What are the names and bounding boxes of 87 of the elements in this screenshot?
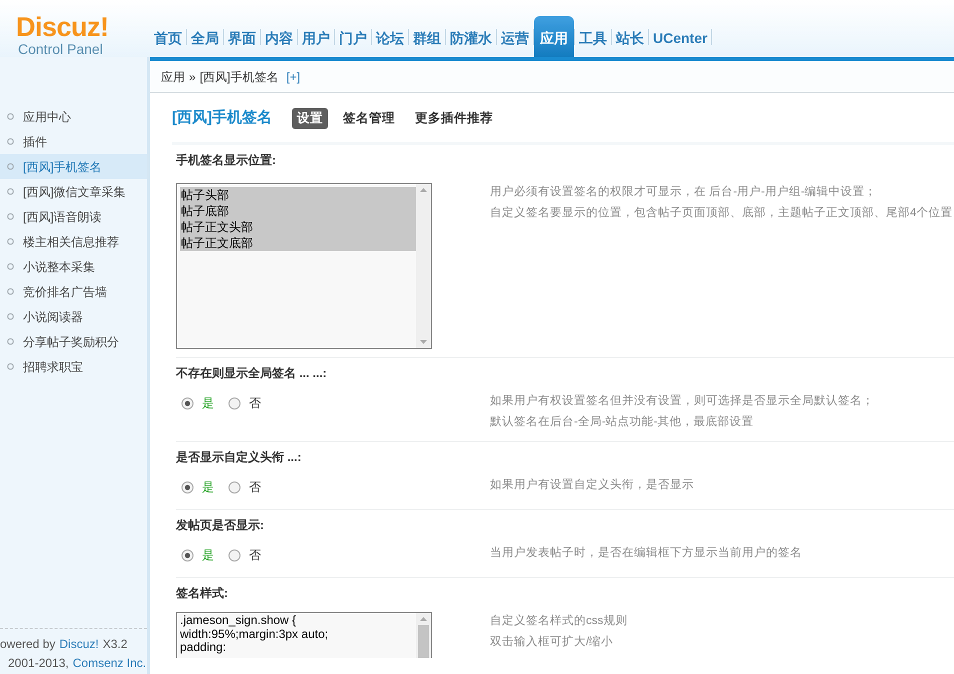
nav-tab[interactable]: 门户 — [335, 16, 371, 57]
radio-icon[interactable] — [181, 480, 194, 494]
scrollbar[interactable] — [416, 613, 431, 658]
sidebar-item[interactable]: 应用中心 — [0, 104, 147, 129]
bullet-icon — [7, 138, 14, 145]
setting-label: 签名样式: — [176, 585, 229, 602]
breadcrumb-separator: » — [189, 68, 196, 86]
plugin-tab[interactable]: 签名管理 — [338, 108, 400, 129]
bullet-icon — [7, 363, 14, 370]
multi-select-list[interactable]: 帖子头部 帖子底部 帖子正文头部 帖子正文底部 — [176, 183, 432, 349]
nav-tab[interactable]: 防灌水 — [446, 16, 496, 57]
bullet-icon — [7, 163, 14, 170]
setting-description: 双击输入框可扩大/缩小 — [490, 634, 614, 650]
nav-tab[interactable]: 全局 — [187, 16, 223, 57]
list-option[interactable]: 帖子底部 — [180, 203, 416, 219]
list-option[interactable]: 帖子正文头部 — [180, 219, 416, 235]
sidebar-item[interactable]: 插件 — [0, 129, 147, 154]
nav-tab[interactable]: 论坛 — [372, 16, 408, 57]
radio-label[interactable]: 否 — [249, 394, 261, 412]
scroll-up-icon[interactable] — [420, 188, 427, 192]
plugin-title: [西风]手机签名 — [172, 108, 272, 128]
plugin-tab[interactable]: 设置 — [292, 108, 328, 129]
setting-description: 如果用户有权设置签名但并没有设置，则可选择是否显示全局默认签名； — [490, 393, 874, 409]
setting-description: 自定义签名样式的css规则 — [490, 613, 628, 629]
scroll-thumb[interactable] — [418, 625, 429, 658]
nav-tab[interactable]: 应用 — [534, 16, 574, 57]
sidebar-item[interactable]: 小说阅读器 — [0, 304, 147, 329]
nav-tab[interactable]: 用户 — [298, 16, 334, 57]
radio-icon[interactable] — [228, 396, 241, 410]
footer-link[interactable]: Discuz! — [59, 635, 99, 654]
radio-icon[interactable] — [181, 396, 194, 410]
setting-label: 手机签名显示位置: — [176, 152, 277, 169]
setting-description: 当用户发表帖子时，是否在编辑框下方显示当前用户的签名 — [490, 545, 802, 561]
setting-label: 发帖页是否显示: — [176, 517, 265, 534]
list-option[interactable]: 帖子正文底部 — [180, 235, 416, 251]
setting-description: 用户必须有设置签名的权限才可显示，在 后台-用户-用户组-编辑中设置； — [490, 184, 878, 200]
nav-tab[interactable]: 站长 — [612, 16, 648, 57]
footer-link[interactable]: Comsenz Inc. — [72, 654, 146, 673]
code-textarea[interactable]: .jameson_sign.show { width:95%;margin:3px auto; padding: — [176, 612, 432, 658]
list-option[interactable]: 帖子头部 — [180, 187, 416, 203]
nav-tab[interactable]: 运营 — [497, 16, 533, 57]
sidebar-item[interactable]: 楼主相关信息推荐 — [0, 229, 147, 254]
bullet-icon — [7, 188, 14, 195]
sidebar-item[interactable]: [西风]手机签名 — [0, 154, 147, 179]
scroll-down-icon[interactable] — [420, 340, 427, 344]
breadcrumb-link[interactable]: [西风]手机签名 — [200, 68, 278, 86]
radio-icon[interactable] — [228, 480, 241, 494]
radio-icon[interactable] — [181, 548, 194, 562]
code-line: width:95%;margin:3px auto; — [180, 628, 330, 641]
sidebar-item[interactable]: 招聘求职宝 — [0, 354, 147, 379]
code-line: padding: — [180, 641, 226, 654]
footer-text: 2001-2013, — [8, 655, 69, 672]
footer-version: X3.2 — [102, 636, 128, 653]
nav-tab[interactable]: 群组 — [409, 16, 445, 57]
radio-label[interactable]: 否 — [249, 546, 261, 564]
scroll-up-icon[interactable] — [420, 617, 427, 621]
bullet-icon — [7, 238, 14, 245]
nav-tab[interactable]: 界面 — [224, 16, 260, 57]
bullet-icon — [7, 338, 14, 345]
bullet-icon — [7, 313, 14, 320]
scrollbar[interactable] — [416, 184, 431, 348]
sidebar-item[interactable]: 小说整本采集 — [0, 254, 147, 279]
setting-description: 如果用户有设置自定义头衔，是否显示 — [490, 477, 694, 493]
sidebar-item[interactable]: [西风]语音朗读 — [0, 204, 147, 229]
setting-description: 自定义签名要显示的位置，包含帖子页面顶部、底部，主题帖子正文顶部、尾部4个位置 — [490, 205, 952, 221]
bullet-icon — [7, 213, 14, 220]
nav-tab[interactable]: 首页 — [150, 16, 186, 57]
sidebar-item[interactable]: 竞价排名广告墙 — [0, 279, 147, 304]
radio-label[interactable]: 否 — [249, 478, 261, 496]
bullet-icon — [7, 263, 14, 270]
nav-tab[interactable]: 内容 — [261, 16, 297, 57]
bullet-icon — [7, 113, 14, 120]
sidebar-item[interactable]: 分享帖子奖励积分 — [0, 329, 147, 354]
nav-tab[interactable]: UCenter — [649, 16, 712, 57]
bullet-icon — [7, 288, 14, 295]
breadcrumb-link[interactable]: 应用 — [161, 68, 185, 86]
setting-description: 默认签名在后台-全局-站点功能-其他，最底部设置 — [490, 414, 754, 430]
setting-label: 是否显示自定义头衔 ...: — [176, 449, 302, 466]
footer-text: owered by — [0, 636, 56, 653]
nav-tab[interactable]: 工具 — [575, 16, 611, 57]
logo-subtitle: Control Panel — [17, 41, 104, 57]
add-shortcut-link[interactable]: [+] — [286, 68, 300, 86]
radio-icon[interactable] — [228, 548, 241, 562]
sidebar-item[interactable]: [西风]微信文章采集 — [0, 179, 147, 204]
setting-label: 不存在则显示全局签名 ... ...: — [176, 365, 328, 382]
plugin-tab[interactable]: 更多插件推荐 — [410, 108, 498, 129]
code-line: .jameson_sign.show { — [180, 614, 298, 628]
